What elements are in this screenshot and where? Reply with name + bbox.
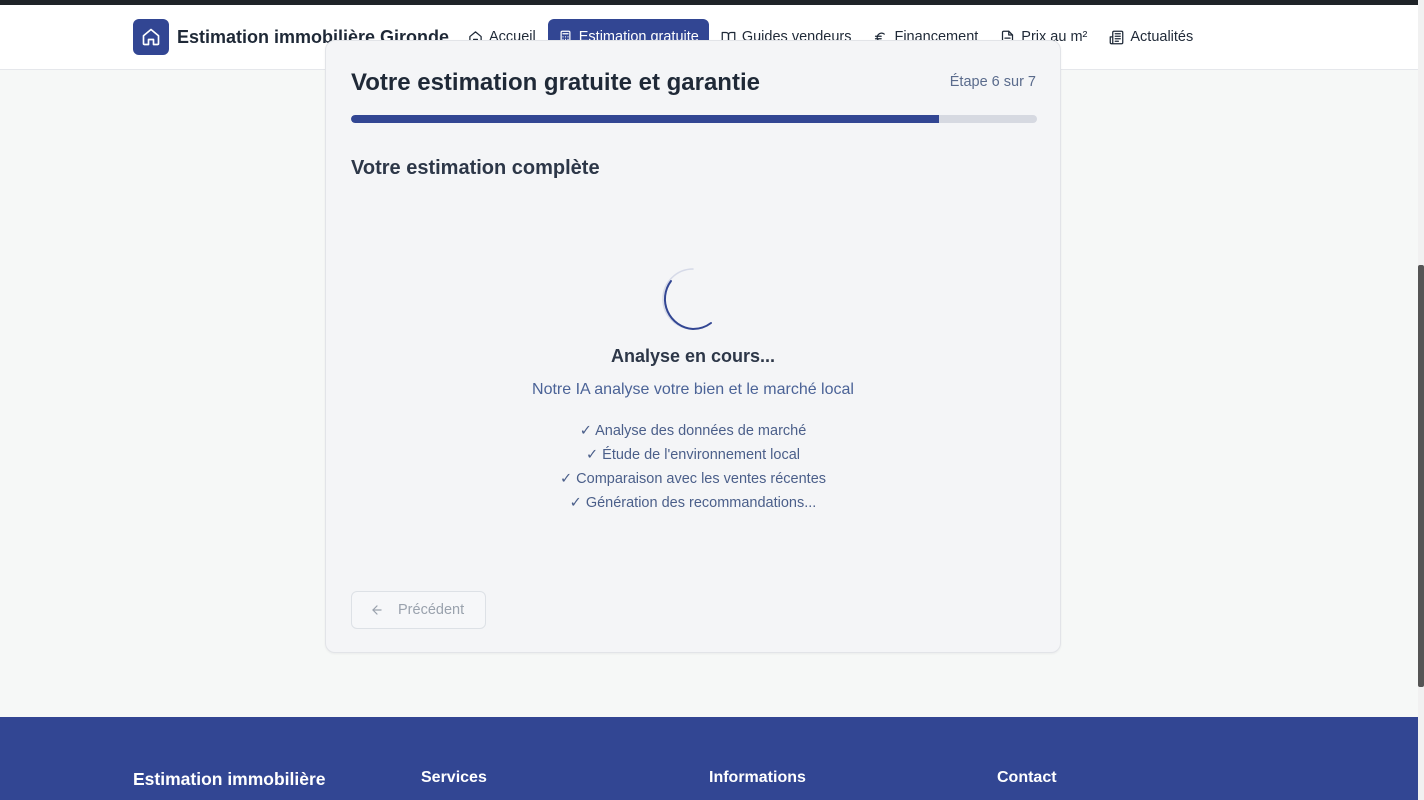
estimation-card: Votre estimation gratuite et garantie Ét… xyxy=(325,40,1061,653)
step-indicator: Étape 6 sur 7 xyxy=(949,74,1036,90)
site-footer: Estimation immobilière Services Informat… xyxy=(0,717,1418,800)
progress-bar xyxy=(351,115,1037,123)
form-title: Votre estimation gratuite et garantie xyxy=(351,69,760,96)
loading-spinner-icon xyxy=(661,267,725,331)
footer-heading-services: Services xyxy=(421,769,487,786)
nav-label: Actualités xyxy=(1130,29,1194,45)
analysis-step: ✓ Comparaison avec les ventes récentes xyxy=(559,471,827,487)
analysis-step: ✓ Génération des recommandations... xyxy=(569,495,817,511)
footer-brand: Estimation immobilière xyxy=(133,769,326,789)
previous-button-label: Précédent xyxy=(398,602,465,618)
previous-button[interactable]: Précédent xyxy=(351,591,486,629)
page-scrollbar[interactable] xyxy=(1418,0,1424,800)
home-logo-icon xyxy=(133,19,169,55)
newspaper-icon xyxy=(1110,30,1124,44)
loading-subtitle: Notre IA analyse votre bien et le marché… xyxy=(532,381,854,398)
nav-actualites[interactable]: Actualités xyxy=(1099,19,1203,55)
progress-bar-fill xyxy=(351,115,939,123)
section-title: Votre estimation complète xyxy=(351,157,600,179)
scrollbar-thumb[interactable] xyxy=(1418,265,1424,687)
arrow-left-icon xyxy=(372,605,382,615)
analysis-step: ✓ Étude de l'environnement local xyxy=(585,447,801,463)
loading-title: Analyse en cours... xyxy=(610,346,776,366)
analysis-steps-list: ✓ Analyse des données de marché ✓ Étude … xyxy=(326,419,1060,515)
analysis-step: ✓ Analyse des données de marché xyxy=(579,423,807,439)
footer-heading-informations: Informations xyxy=(709,769,806,786)
footer-heading-contact: Contact xyxy=(997,769,1057,786)
